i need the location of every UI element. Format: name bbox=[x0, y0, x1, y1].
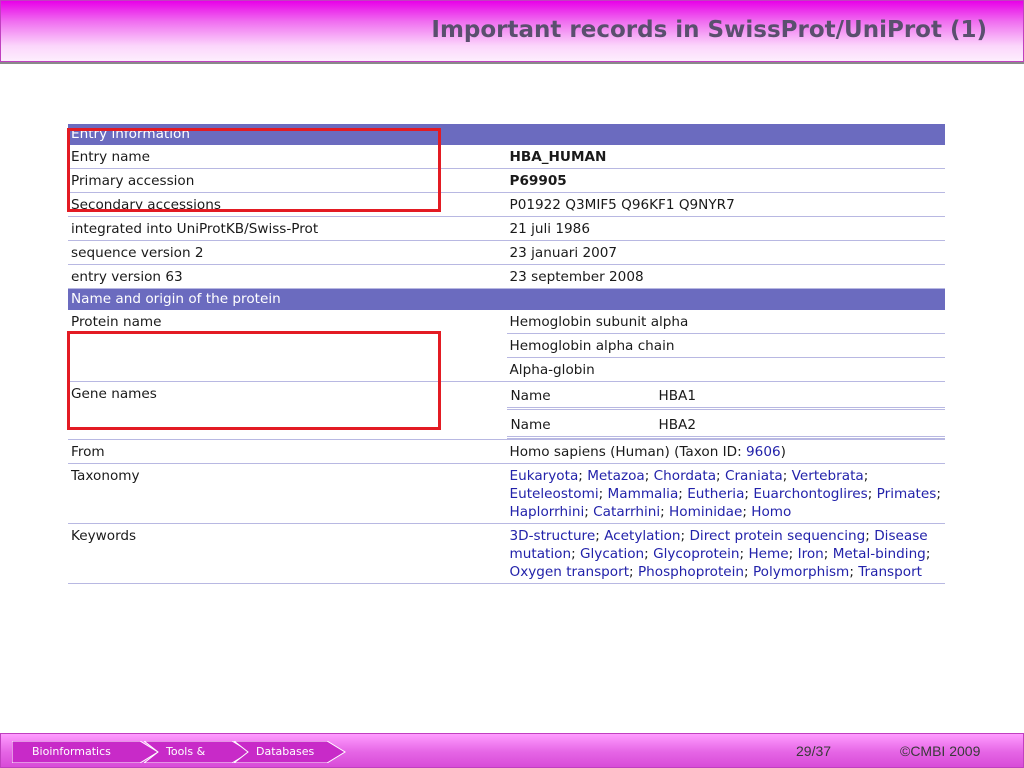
row-label: Taxonomy bbox=[68, 463, 507, 524]
keyword-link[interactable]: Iron bbox=[798, 546, 824, 562]
keyword-link[interactable]: Heme bbox=[748, 546, 788, 562]
table-row-entry-version: entry version 63 23 september 2008 bbox=[68, 264, 945, 289]
taxonomy-link[interactable]: Euarchontoglires bbox=[753, 486, 867, 502]
keyword-link[interactable]: Glycoprotein bbox=[653, 546, 739, 562]
section-header-name-and-origin: Name and origin of the protein bbox=[68, 288, 945, 310]
gene-name-value: HBA2 bbox=[654, 408, 945, 439]
gene-names-cell: Name HBA1 Name HBA2 bbox=[506, 381, 945, 440]
primary-accession-value: P69905 bbox=[506, 168, 945, 193]
protein-name-value: Hemoglobin alpha chain bbox=[506, 333, 945, 358]
taxonomy-link[interactable]: Craniata bbox=[725, 468, 783, 484]
taxonomy-link[interactable]: Catarrhini bbox=[593, 504, 660, 520]
breadcrumb-item-databases[interactable]: Databases bbox=[234, 741, 349, 763]
from-value: Homo sapiens (Human) (Taxon ID: 9606) bbox=[506, 439, 945, 464]
keyword-link[interactable]: Metal-binding bbox=[833, 546, 926, 562]
slide-header: Important records in SwissProt/UniProt (… bbox=[0, 0, 1024, 62]
keyword-link[interactable]: Oxygen transport bbox=[510, 564, 630, 580]
taxonomy-link[interactable]: Hominidae bbox=[669, 504, 742, 520]
taxonomy-link[interactable]: Homo bbox=[751, 504, 791, 520]
keyword-link[interactable]: Phosphoprotein bbox=[638, 564, 744, 580]
taxonomy-link[interactable]: Haplorrhini bbox=[510, 504, 585, 520]
header-divider bbox=[0, 62, 1024, 64]
copyright-text: ©CMBI 2009 bbox=[900, 743, 981, 759]
row-label: integrated into UniProtKB/Swiss-Prot bbox=[68, 216, 507, 241]
gene-name-key: Name bbox=[506, 382, 655, 410]
table-row-sequence-version: sequence version 2 23 januari 2007 bbox=[68, 240, 945, 265]
secondary-accessions-value: P01922 Q3MIF5 Q96KF1 Q9NYR7 bbox=[506, 192, 945, 217]
page-number: 29/37 bbox=[796, 743, 832, 759]
table-row-keywords: Keywords 3D-structure; Acetylation; Dire… bbox=[68, 523, 945, 584]
row-label: Keywords bbox=[68, 523, 507, 584]
taxonomy-link[interactable]: Eutheria bbox=[687, 486, 744, 502]
keyword-link[interactable]: Polymorphism bbox=[753, 564, 849, 580]
keyword-link[interactable]: Acetylation bbox=[604, 528, 680, 544]
highlight-box-protein-name bbox=[67, 331, 441, 430]
gene-names-table: Name HBA1 Name HBA2 bbox=[506, 382, 945, 439]
row-label: entry version 63 bbox=[68, 264, 507, 289]
taxonomy-link[interactable]: Eukaryota bbox=[510, 468, 579, 484]
sequence-version-value: 23 januari 2007 bbox=[506, 240, 945, 265]
slide-title: Important records in SwissProt/UniProt (… bbox=[431, 17, 987, 43]
breadcrumb-item-bioinformatics[interactable]: Bioinformatics bbox=[12, 741, 162, 763]
taxonomy-link[interactable]: Primates bbox=[877, 486, 937, 502]
table-row-integrated-into: integrated into UniProtKB/Swiss-Prot 21 … bbox=[68, 216, 945, 241]
protein-name-value: Alpha-globin bbox=[506, 357, 945, 382]
taxonomy-links: Eukaryota; Metazoa; Chordata; Craniata; … bbox=[506, 463, 945, 524]
table-row-taxonomy: Taxonomy Eukaryota; Metazoa; Chordata; C… bbox=[68, 463, 945, 524]
table-row-from: From Homo sapiens (Human) (Taxon ID: 960… bbox=[68, 439, 945, 464]
keyword-link[interactable]: Transport bbox=[858, 564, 922, 580]
organism-text-suffix: ) bbox=[780, 444, 786, 460]
row-label: sequence version 2 bbox=[68, 240, 507, 265]
taxonomy-link[interactable]: Euteleostomi bbox=[510, 486, 599, 502]
taxonomy-link[interactable]: Metazoa bbox=[587, 468, 645, 484]
taxonomy-link[interactable]: Chordata bbox=[654, 468, 716, 484]
entry-name-value: HBA_HUMAN bbox=[506, 145, 945, 169]
taxonomy-link[interactable]: Vertebrata bbox=[792, 468, 864, 484]
gene-name-key: Name bbox=[506, 408, 655, 439]
gene-name-row: Name HBA2 bbox=[506, 408, 945, 439]
table-row-protein-name: Protein name Hemoglobin subunit alpha bbox=[68, 310, 945, 382]
keyword-link[interactable]: Direct protein sequencing bbox=[689, 528, 865, 544]
organism-text: Homo sapiens (Human) (Taxon ID: bbox=[509, 444, 747, 460]
taxonomy-link[interactable]: Mammalia bbox=[608, 486, 679, 502]
taxon-id-link[interactable]: 9606 bbox=[746, 444, 781, 460]
keyword-links: 3D-structure; Acetylation; Direct protei… bbox=[506, 523, 945, 584]
keyword-link[interactable]: Glycation bbox=[580, 546, 644, 562]
gene-name-value: HBA1 bbox=[654, 382, 945, 410]
row-label: From bbox=[68, 439, 507, 464]
keyword-link[interactable]: 3D-structure bbox=[510, 528, 596, 544]
entry-version-value: 23 september 2008 bbox=[506, 264, 945, 289]
gene-name-row: Name HBA1 bbox=[506, 382, 945, 410]
protein-name-value: Hemoglobin subunit alpha bbox=[506, 310, 945, 334]
integrated-date-value: 21 juli 1986 bbox=[506, 216, 945, 241]
highlight-box-entry-accession bbox=[67, 128, 441, 212]
